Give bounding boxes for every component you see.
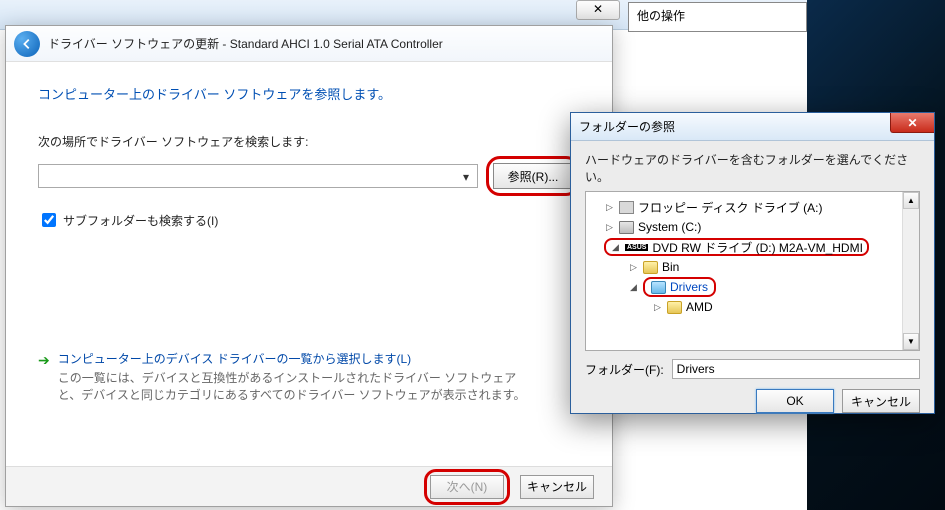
browse-button[interactable]: 参照(R)...: [493, 163, 573, 189]
tree-toggle-icon[interactable]: ▷: [604, 202, 615, 213]
tree-label: AMD: [686, 300, 713, 314]
browse-cancel-button[interactable]: キャンセル: [842, 389, 920, 413]
tree-label: System (C:): [638, 220, 701, 234]
tree-toggle-icon[interactable]: ◢: [628, 282, 639, 293]
tree-toggle-icon[interactable]: ◢: [610, 242, 621, 253]
pick-from-list-block[interactable]: ➔ コンピューター上のデバイス ドライバーの一覧から選択します(L) この一覧に…: [38, 350, 580, 403]
wizard-footer: 次へ(N) キャンセル: [6, 466, 612, 506]
tree-item-system-c[interactable]: ▷ System (C:): [586, 217, 919, 237]
tree-scrollbar[interactable]: ▲ ▼: [902, 192, 919, 350]
tree-toggle-icon[interactable]: ▷: [628, 262, 639, 273]
browse-folder-buttons: OK キャンセル: [571, 379, 934, 413]
selected-folder-input[interactable]: [672, 359, 920, 379]
floppy-icon: [619, 201, 634, 214]
chevron-down-icon[interactable]: ▾: [457, 167, 475, 187]
include-subfolders-row[interactable]: サブフォルダーも検索する(I): [38, 210, 580, 230]
folder-open-icon: [651, 281, 666, 294]
next-highlight: 次へ(N): [424, 469, 510, 505]
scroll-down-icon[interactable]: ▼: [903, 333, 919, 350]
arrow-right-icon: ➔: [38, 352, 50, 403]
browse-folder-title: フォルダーの参照: [579, 118, 675, 135]
tree-label: Drivers: [670, 280, 708, 294]
cancel-button[interactable]: キャンセル: [520, 475, 594, 499]
pick-from-list-link[interactable]: コンピューター上のデバイス ドライバーの一覧から選択します(L): [58, 350, 538, 367]
wizard-body: コンピューター上のドライバー ソフトウェアを参照します。 次の場所でドライバー …: [6, 62, 612, 403]
driver-update-wizard: ドライバー ソフトウェアの更新 - Standard AHCI 1.0 Seri…: [5, 25, 613, 507]
tree-label: Bin: [662, 260, 679, 274]
browse-folder-dialog: フォルダーの参照 ✕ ハードウェアのドライバーを含むフォルダーを選んでください。…: [570, 112, 935, 414]
tree-item-amd[interactable]: ▷ AMD: [586, 297, 919, 317]
tree-item-dvd[interactable]: ◢ ASUS DVD RW ドライブ (D:) M2A-VM_HDMI: [586, 237, 919, 257]
dvd-highlight: ◢ ASUS DVD RW ドライブ (D:) M2A-VM_HDMI: [604, 238, 869, 256]
close-button[interactable]: ✕: [890, 113, 934, 133]
include-subfolders-label: サブフォルダーも検索する(I): [63, 212, 218, 229]
hdd-icon: [619, 221, 634, 234]
drivers-highlight: Drivers: [643, 277, 716, 297]
wizard-header: ドライバー ソフトウェアの更新 - Standard AHCI 1.0 Seri…: [6, 26, 612, 62]
include-subfolders-checkbox[interactable]: [42, 213, 56, 227]
search-path-combo[interactable]: ▾: [38, 164, 478, 188]
asus-badge-icon: ASUS: [625, 244, 648, 251]
tree-toggle-icon[interactable]: ▷: [652, 302, 663, 313]
arrow-left-icon: [20, 37, 34, 51]
wizard-heading: コンピューター上のドライバー ソフトウェアを参照します。: [38, 84, 580, 103]
pick-from-list-desc: この一覧には、デバイスと互換性があるインストールされたドライバー ソフトウェアと…: [58, 369, 538, 403]
folder-tree[interactable]: ▷ フロッピー ディスク ドライブ (A:) ▷ System (C:) ◢ A…: [585, 191, 920, 351]
tree-item-drivers[interactable]: ◢ Drivers: [586, 277, 919, 297]
selected-folder-row: フォルダー(F):: [571, 351, 934, 379]
wizard-title: ドライバー ソフトウェアの更新 - Standard AHCI 1.0 Seri…: [48, 35, 443, 52]
browse-folder-titlebar: フォルダーの参照 ✕: [571, 113, 934, 141]
search-location-label: 次の場所でドライバー ソフトウェアを検索します:: [38, 133, 580, 150]
folder-icon: [667, 301, 682, 314]
tree-item-floppy[interactable]: ▷ フロッピー ディスク ドライブ (A:): [586, 197, 919, 217]
tree-item-bin[interactable]: ▷ Bin: [586, 257, 919, 277]
selected-folder-label: フォルダー(F):: [585, 361, 664, 378]
tree-toggle-icon[interactable]: ▷: [604, 222, 615, 233]
tree-label: DVD RW ドライブ (D:) M2A-VM_HDMI: [652, 239, 862, 256]
browse-folder-message: ハードウェアのドライバーを含むフォルダーを選んでください。: [571, 141, 934, 191]
tree-label: フロッピー ディスク ドライブ (A:): [638, 199, 823, 216]
ok-button[interactable]: OK: [756, 389, 834, 413]
other-operations-pane[interactable]: 他の操作: [628, 2, 807, 32]
next-button[interactable]: 次へ(N): [430, 475, 504, 499]
scroll-up-icon[interactable]: ▲: [903, 192, 919, 209]
browse-highlight: 参照(R)...: [486, 156, 580, 196]
folder-icon: [643, 261, 658, 274]
window-close-bubble[interactable]: ✕: [576, 0, 620, 20]
back-button[interactable]: [14, 31, 40, 57]
